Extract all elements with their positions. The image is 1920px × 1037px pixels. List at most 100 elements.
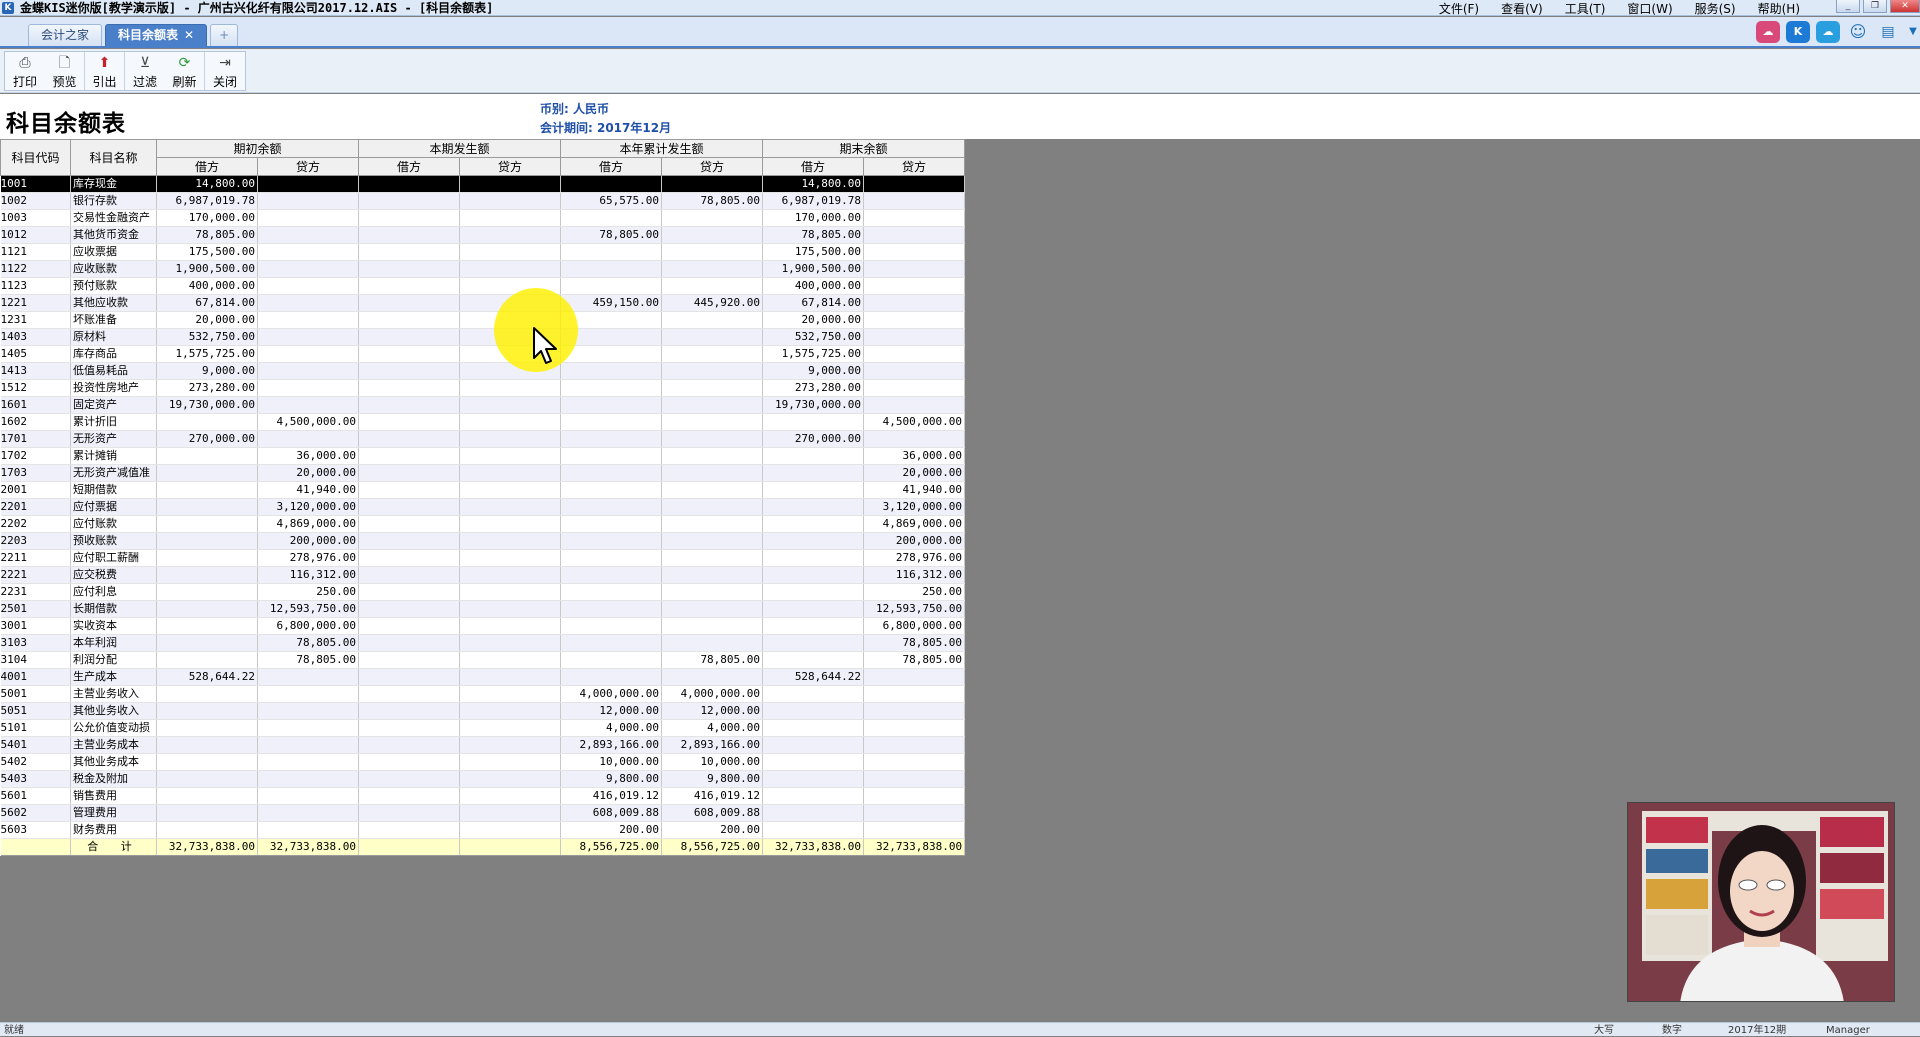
cell-opening-credit: [257, 277, 360, 295]
table-row[interactable]: 1602 累计折旧 4,500,000.00 4,500,000.00: [0, 413, 966, 431]
menu-tools[interactable]: 工具(T): [1565, 0, 1606, 17]
table-row[interactable]: 5401 主营业务成本 2,893,166.00 2,893,166.00: [0, 736, 966, 754]
cell-closing-credit: 4,500,000.00: [863, 413, 966, 431]
status-ready: 就绪: [4, 1025, 24, 1036]
tab-label: 科目余额表: [118, 28, 179, 42]
cell-current-debit: [358, 277, 461, 295]
cell-current-debit: [358, 532, 461, 550]
header-name[interactable]: 科目名称: [70, 139, 157, 176]
table-row[interactable]: 1003 交易性金融资产 170,000.00 170,000.00: [0, 209, 966, 227]
cell-opening-credit: [257, 328, 360, 346]
chevron-down-icon[interactable]: ▼: [1906, 21, 1920, 43]
table-row[interactable]: 1701 无形资产 270,000.00 270,000.00: [0, 430, 966, 448]
smiley-icon[interactable]: ☺: [1846, 21, 1870, 43]
table-row[interactable]: 1702 累计摊销 36,000.00 36,000.00: [0, 447, 966, 465]
refresh-button[interactable]: ⟳ 刷新: [165, 52, 205, 90]
cloud-sync-icon[interactable]: ☁: [1816, 21, 1840, 43]
cloud-service-icon[interactable]: ☁: [1756, 21, 1780, 43]
cell-account-code: 1403: [0, 328, 71, 346]
tab-accounting-home[interactable]: 会计之家: [28, 24, 103, 46]
table-row[interactable]: 3001 实收资本 6,800,000.00 6,800,000.00: [0, 617, 966, 635]
table-row[interactable]: 5402 其他业务成本 10,000.00 10,000.00: [0, 753, 966, 771]
close-report-button[interactable]: ⇥ 关闭: [205, 52, 245, 90]
table-row[interactable]: 5101 公允价值变动损 4,000.00 4,000.00: [0, 719, 966, 737]
new-tab-button[interactable]: +: [210, 24, 239, 46]
table-row[interactable]: 1001 库存现金 14,800.00 14,800.00: [0, 175, 966, 193]
cell-opening-debit: 170,000.00: [156, 209, 258, 227]
minimize-button[interactable]: _: [1836, 0, 1860, 13]
cell-ytd-debit: [560, 651, 663, 669]
table-row[interactable]: 2203 预收账款 200,000.00 200,000.00: [0, 532, 966, 550]
cell-opening-credit: [257, 311, 360, 329]
cell-current-credit: [459, 668, 562, 686]
table-row[interactable]: 1122 应收账款 1,900,500.00 1,900,500.00: [0, 260, 966, 278]
cell-closing-credit: 78,805.00: [863, 651, 966, 669]
table-row[interactable]: 5051 其他业务收入 12,000.00 12,000.00: [0, 702, 966, 720]
export-button[interactable]: ⬆ 引出: [85, 52, 125, 90]
table-row[interactable]: 3104 利润分配 78,805.00 78,805.00 78,805.00: [0, 651, 966, 669]
close-tab-icon[interactable]: ✕: [184, 28, 194, 42]
table-row[interactable]: 2231 应付利息 250.00 250.00: [0, 583, 966, 601]
table-row[interactable]: 5601 销售费用 416,019.12 416,019.12: [0, 787, 966, 805]
tab-account-balance[interactable]: 科目余额表 ✕: [105, 24, 208, 46]
table-row[interactable]: 5001 主营业务收入 4,000,000.00 4,000,000.00: [0, 685, 966, 703]
header-code[interactable]: 科目代码: [0, 139, 71, 176]
table-row[interactable]: 1601 固定资产 19,730,000.00 19,730,000.00: [0, 396, 966, 414]
table-row[interactable]: 2202 应付账款 4,869,000.00 4,869,000.00: [0, 515, 966, 533]
header-opening-debit[interactable]: 借方: [156, 157, 258, 176]
table-row[interactable]: 5602 管理费用 608,009.88 608,009.88: [0, 804, 966, 822]
cell-closing-credit: [863, 753, 966, 771]
table-row[interactable]: 2221 应交税费 116,312.00 116,312.00: [0, 566, 966, 584]
cell-current-credit: [459, 464, 562, 482]
table-row[interactable]: 1123 预付账款 400,000.00 400,000.00: [0, 277, 966, 295]
table-row[interactable]: 1002 银行存款 6,987,019.78 65,575.00 78,805.00 6,…: [0, 192, 966, 210]
header-current-credit[interactable]: 贷方: [459, 157, 562, 176]
table-row[interactable]: 1121 应收票据 175,500.00 175,500.00: [0, 243, 966, 261]
message-icon[interactable]: ▤: [1876, 21, 1900, 43]
cell-account-name: 实收资本: [70, 617, 157, 635]
preview-button[interactable]: 🗋 预览: [45, 52, 85, 90]
restore-button[interactable]: ❐: [1863, 0, 1887, 13]
table-row[interactable]: 1512 投资性房地产 273,280.00 273,280.00: [0, 379, 966, 397]
table-row[interactable]: 1221 其他应收款 67,814.00 459,150.00 445,920.00 67…: [0, 294, 966, 312]
table-row[interactable]: 2211 应付职工薪酬 278,976.00 278,976.00: [0, 549, 966, 567]
cell-ytd-debit: [560, 634, 663, 652]
menu-window[interactable]: 窗口(W): [1627, 0, 1672, 17]
table-row[interactable]: 2201 应付票据 3,120,000.00 3,120,000.00: [0, 498, 966, 516]
header-opening-credit[interactable]: 贷方: [256, 157, 360, 176]
table-row[interactable]: 2501 长期借款 12,593,750.00 12,593,750.00: [0, 600, 966, 618]
table-row[interactable]: 1231 坏账准备 20,000.00 20,000.00: [0, 311, 966, 329]
cell-closing-credit: 6,800,000.00: [863, 617, 966, 635]
cell-ytd-credit: 200.00: [661, 821, 764, 839]
header-ytd-debit[interactable]: 借方: [560, 157, 663, 176]
filter-button[interactable]: ⊻ 过滤: [125, 52, 165, 90]
menu-view[interactable]: 查看(V): [1501, 0, 1543, 17]
table-row[interactable]: 1405 库存商品 1,575,725.00 1,575,725.00: [0, 345, 966, 363]
total-row[interactable]: 合 计 32,733,838.00 32,733,838.00 8,556,72…: [0, 838, 966, 856]
cell-current-debit: [358, 753, 461, 771]
table-row[interactable]: 4001 生产成本 528,644.22 528,644.22: [0, 668, 966, 686]
header-ytd-credit[interactable]: 贷方: [661, 157, 764, 176]
table-row[interactable]: 1012 其他货币资金 78,805.00 78,805.00 78,805.00: [0, 226, 966, 244]
header-current-debit[interactable]: 借方: [358, 157, 461, 176]
table-row[interactable]: 3103 本年利润 78,805.00 78,805.00: [0, 634, 966, 652]
table-row[interactable]: 1403 原材料 532,750.00 532,750.00: [0, 328, 966, 346]
kis-icon[interactable]: K: [1786, 21, 1810, 43]
cell-ytd-credit: [661, 226, 764, 244]
cell-opening-credit: [257, 719, 360, 737]
table-row[interactable]: 5403 税金及附加 9,800.00 9,800.00: [0, 770, 966, 788]
cell-current-credit: [459, 532, 562, 550]
table-row[interactable]: 1413 低值易耗品 9,000.00 9,000.00: [0, 362, 966, 380]
table-row[interactable]: 1703 无形资产减值准 20,000.00 20,000.00: [0, 464, 966, 482]
cell-account-code: 2001: [0, 481, 71, 499]
menu-file[interactable]: 文件(F): [1439, 0, 1479, 17]
table-row[interactable]: 5603 财务费用 200.00 200.00: [0, 821, 966, 839]
close-window-button[interactable]: ✕: [1890, 0, 1920, 13]
menu-service[interactable]: 服务(S): [1695, 0, 1736, 17]
table-row[interactable]: 2001 短期借款 41,940.00 41,940.00: [0, 481, 966, 499]
header-closing-debit[interactable]: 借方: [762, 157, 865, 176]
print-button[interactable]: ⎙ 打印: [5, 52, 45, 90]
header-closing-credit[interactable]: 贷方: [863, 157, 966, 176]
cell-ytd-debit: 10,000.00: [560, 753, 663, 771]
menu-help[interactable]: 帮助(H): [1758, 0, 1800, 17]
